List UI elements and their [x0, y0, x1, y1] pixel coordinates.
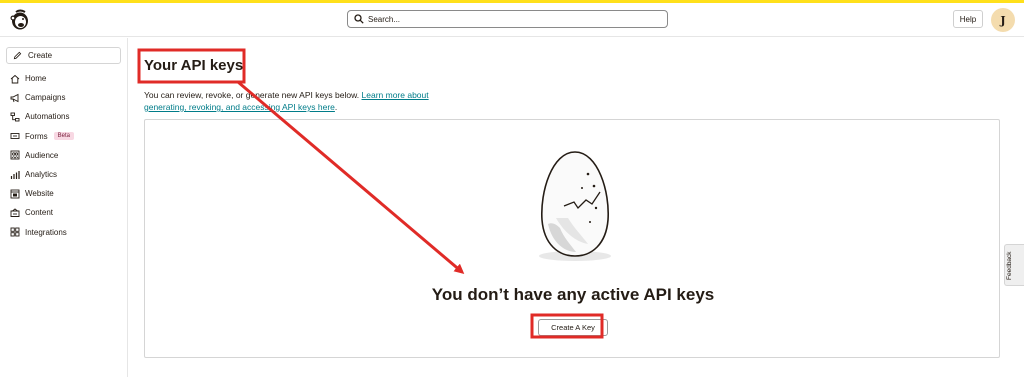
avatar[interactable]: J: [991, 8, 1015, 32]
sidebar-item-label: Audience: [25, 150, 59, 160]
description-text: You can review, revoke, or generate new …: [144, 90, 362, 100]
sidebar: Create Home Campaigns Automations Forms …: [0, 38, 128, 377]
main-content: Your API keys You can review, revoke, or…: [128, 38, 1024, 377]
analytics-icon: [10, 170, 20, 179]
sidebar-item-label: Content: [25, 208, 54, 218]
sidebar-item-label: Integrations: [25, 227, 67, 237]
forms-icon: [10, 133, 20, 140]
help-button[interactable]: Help: [953, 10, 983, 28]
search-placeholder: Search...: [368, 14, 401, 24]
search-icon: [354, 14, 364, 24]
audience-icon: [10, 150, 20, 160]
integrations-icon: [10, 227, 20, 237]
create-key-button[interactable]: Create A Key: [538, 319, 608, 336]
create-button[interactable]: Create: [6, 47, 121, 64]
sidebar-item-content[interactable]: Content: [10, 203, 74, 222]
pencil-icon: [13, 51, 22, 60]
empty-state-card: You don’t have any active API keys Creat…: [144, 119, 1000, 358]
sidebar-item-label: Campaigns: [25, 93, 66, 103]
page-title: Your API keys: [144, 57, 244, 74]
mailchimp-logo-icon[interactable]: [8, 8, 32, 32]
automations-icon: [10, 112, 20, 122]
sidebar-item-audience[interactable]: Audience: [10, 146, 74, 165]
sidebar-item-integrations[interactable]: Integrations: [10, 223, 74, 242]
sidebar-item-automations[interactable]: Automations: [10, 107, 74, 126]
feedback-tab[interactable]: Feedback: [1004, 244, 1024, 286]
content-icon: [10, 208, 20, 217]
beta-badge: Beta: [53, 132, 75, 141]
feedback-label: Feedback: [1006, 251, 1013, 280]
description-suffix: .: [334, 102, 338, 112]
megaphone-icon: [10, 93, 19, 103]
sidebar-item-analytics[interactable]: Analytics: [10, 165, 74, 184]
sidebar-nav: Home Campaigns Automations Forms Beta Au…: [10, 69, 75, 242]
sidebar-item-label: Website: [25, 189, 54, 199]
sidebar-item-forms[interactable]: Forms Beta: [10, 127, 75, 146]
sidebar-item-home[interactable]: Home: [10, 69, 74, 88]
sidebar-item-label: Forms: [25, 131, 48, 141]
empty-state-title: You don’t have any active API keys: [431, 285, 715, 304]
top-bar: Search... Help J: [0, 3, 1024, 37]
sidebar-item-website[interactable]: Website: [10, 184, 74, 203]
sidebar-item-label: Analytics: [25, 170, 58, 180]
home-icon: [10, 74, 20, 84]
sidebar-item-label: Automations: [25, 112, 70, 122]
website-icon: [10, 189, 20, 199]
cracked-egg-illustration-icon: [530, 144, 620, 264]
sidebar-item-label: Home: [25, 74, 47, 84]
page-description: You can review, revoke, or generate new …: [144, 89, 449, 113]
search-input[interactable]: Search...: [347, 10, 668, 28]
sidebar-item-campaigns[interactable]: Campaigns: [10, 88, 74, 107]
create-label: Create: [28, 51, 53, 60]
